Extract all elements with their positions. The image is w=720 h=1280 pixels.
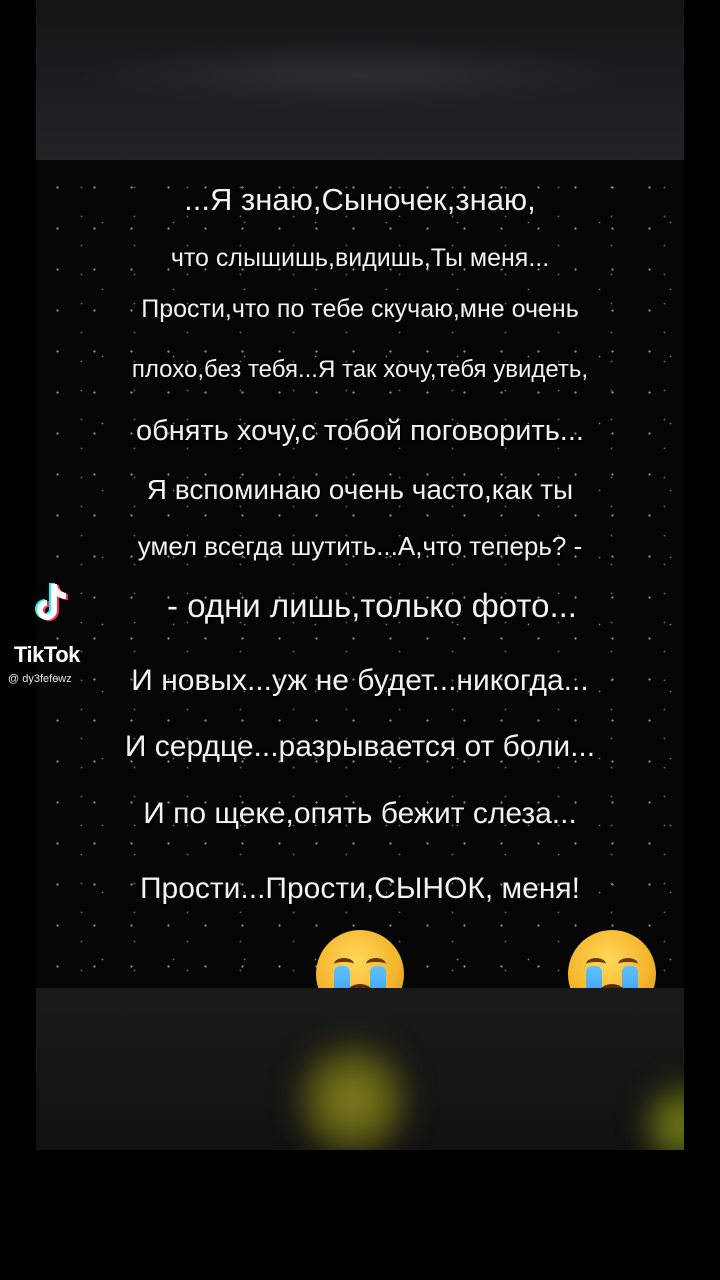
poem-line: Я вспоминаю очень часто,как ты: [146, 474, 574, 505]
poem-line: И сердце...разрывается от боли...: [124, 730, 596, 763]
poem-line: И по щеке,опять бежит слеза...: [143, 797, 577, 830]
blurred-emoji-glow: [298, 1040, 408, 1150]
blurred-top-band: [36, 0, 684, 160]
poem-line: умел всегда шутить...А,что теперь? -: [137, 531, 583, 561]
tiktok-username: @ dy3fefewz: [8, 673, 72, 685]
poem-line: Прости...Прости,СЫНОК, меня!: [139, 872, 581, 905]
poem-line: что слышишь,видишь,Ты меня...: [170, 244, 550, 272]
poem-line: Прости,что по тебе скучаю,мне очень: [141, 295, 579, 323]
poem-line: обнять хочу,с тобой поговорить...: [136, 415, 584, 447]
loudly-crying-face-icon: [316, 930, 404, 988]
tiktok-brand-label: TikTok: [14, 642, 80, 667]
video-frame: ...Я знаю,Сыночек,знаю, что слышишь,види…: [0, 0, 720, 1280]
poem-line: - одни лишь,только фото...: [167, 587, 577, 624]
loudly-crying-face-icon: [568, 930, 656, 988]
poem-line: плохо,без тебя...Я так хочу,тебя увидеть…: [131, 356, 589, 383]
poem-line: ...Я знаю,Сыночек,знаю,: [184, 182, 536, 217]
tiktok-logo-icon: [35, 583, 68, 621]
poem-line: И новых...уж не будет...никогда...: [131, 664, 589, 697]
poem-text-block: ...Я знаю,Сыночек,знаю, что слышишь,види…: [36, 160, 684, 988]
